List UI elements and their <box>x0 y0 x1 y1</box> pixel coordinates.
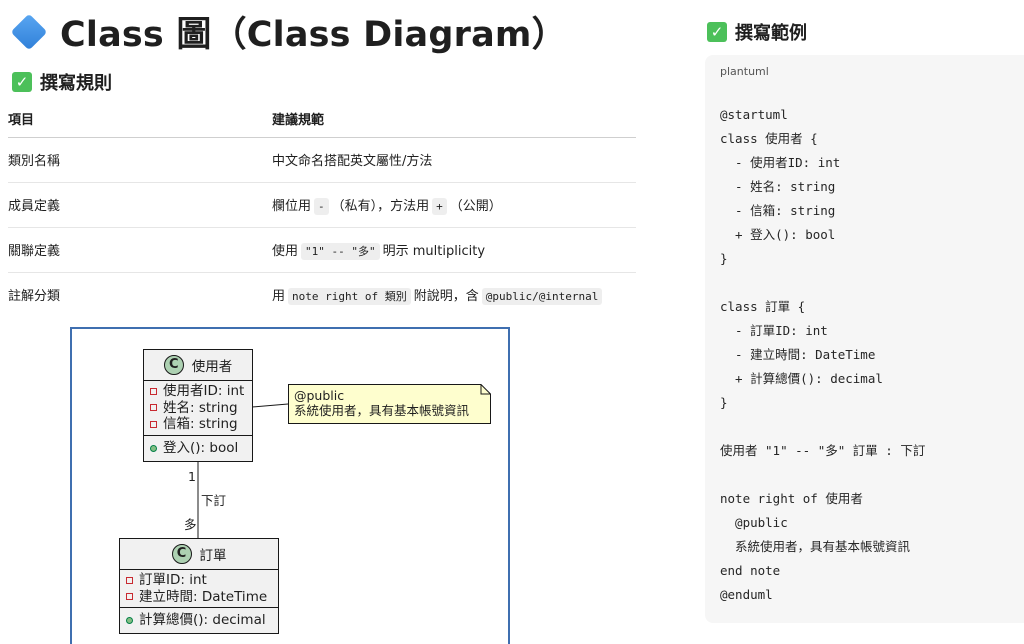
private-field-icon <box>126 576 133 584</box>
field-row: 使用者ID: int <box>150 383 246 400</box>
field-row: 建立時間: DateTime <box>126 589 272 606</box>
method-row: 登入(): bool <box>150 438 246 459</box>
method-row: 計算總價(): decimal <box>126 610 272 631</box>
field-text: 訂單ID: int <box>139 572 207 588</box>
rule-text: 使用 <box>272 244 299 259</box>
rules-table: 項目 建議規範 類別名稱 中文命名搭配英文屬性/方法 成員定義 欄位用 - （私有）… <box>8 101 636 317</box>
cell-item: 關聯定義 <box>8 227 272 273</box>
field-row: 訂單ID: int <box>126 572 272 589</box>
class-c-icon: C <box>163 355 184 375</box>
private-field-icon <box>126 593 133 601</box>
note-line: 系統使用者，具有基本帳號資訊 <box>294 403 470 418</box>
cell-item: 成員定義 <box>8 182 272 228</box>
column-header-item: 項目 <box>8 101 272 138</box>
private-field-icon <box>150 387 157 395</box>
public-method-icon <box>126 617 133 624</box>
cell-rule: 欄位用 - （私有），方法用 + （公開） <box>272 182 636 228</box>
cell-item: 註解分類 <box>8 289 61 305</box>
table-row: 類別名稱 中文命名搭配英文屬性/方法 <box>8 137 636 183</box>
field-text: 建立時間: DateTime <box>139 588 268 605</box>
rules-heading-text: 撰寫規則 <box>40 73 112 94</box>
field-text: 使用者ID: int <box>163 383 245 399</box>
rule-text: （公開） <box>449 199 502 214</box>
rule-text: 欄位用 <box>272 199 312 214</box>
field-row: 姓名: string <box>150 400 246 417</box>
class-user: C 使用者 使用者ID: int 姓名: string 信箱: string 登… <box>143 349 253 462</box>
class-c-icon: C <box>171 544 192 564</box>
class-diagram: C 使用者 使用者ID: int 姓名: string 信箱: string 登… <box>70 327 510 644</box>
inline-code: + <box>432 198 447 215</box>
multiplicity-top: 1 <box>188 469 196 484</box>
table-row: 關聯定義 使用 "1" -- "多" 明示 multiplicity <box>8 227 636 273</box>
blue-diamond-icon <box>10 13 48 50</box>
note-box: @public 系統使用者，具有基本帳號資訊 <box>288 384 491 424</box>
inline-code: - <box>314 198 329 215</box>
method-text: 計算總價(): decimal <box>139 612 266 628</box>
private-field-icon <box>150 404 157 412</box>
check-mark-icon: ✓ <box>12 72 32 92</box>
column-header-rule: 建議規範 <box>272 101 636 138</box>
cell-item: 類別名稱 <box>8 137 272 183</box>
rule-text: 用 <box>272 289 286 305</box>
field-text: 信箱: string <box>163 416 238 432</box>
note-line: @public <box>294 388 345 403</box>
inline-code: note right of 類別 <box>288 288 411 306</box>
code-example-panel[interactable]: plantuml @startuml class 使用者 { - 使用者ID: … <box>705 55 1024 623</box>
page-title-row: Class 圖（Class Diagram） <box>10 6 567 57</box>
fields-section: 使用者ID: int 姓名: string 信箱: string <box>144 381 252 436</box>
inline-code: @public/@internal <box>481 288 603 306</box>
class-name: 使用者 <box>191 359 233 375</box>
methods-section: 計算總價(): decimal <box>120 608 278 633</box>
example-heading-text: 撰寫範例 <box>735 23 807 44</box>
class-order: C 訂單 訂單ID: int 建立時間: DateTime 計算總價(): de… <box>119 538 279 634</box>
fields-section: 訂單ID: int 建立時間: DateTime <box>120 570 278 608</box>
private-field-icon <box>150 420 157 428</box>
note-connector <box>251 403 289 408</box>
class-header: C 訂單 <box>120 539 278 570</box>
class-header: C 使用者 <box>144 350 252 381</box>
plantuml-code-block[interactable]: @startuml class 使用者 { - 使用者ID: int - 姓名:… <box>720 103 925 607</box>
cell-rule: 用 note right of 類別 附說明，含 @public/@internal <box>272 272 636 317</box>
cell-rule: 中文命名搭配英文屬性/方法 <box>272 137 636 183</box>
field-text: 姓名: string <box>163 399 238 416</box>
code-language-label: plantuml <box>720 65 769 78</box>
field-row: 信箱: string <box>150 416 246 433</box>
table-header-row: 項目 建議規範 <box>8 101 636 138</box>
method-text: 登入(): bool <box>163 439 239 456</box>
methods-section: 登入(): bool <box>144 436 252 461</box>
rule-text: 明示 multiplicity <box>382 244 486 259</box>
check-mark-icon: ✓ <box>707 22 727 42</box>
cell-rule: 使用 "1" -- "多" 明示 multiplicity <box>272 227 636 273</box>
example-heading: ✓ 撰寫範例 <box>707 19 807 45</box>
public-method-icon <box>150 444 157 452</box>
inline-code: "1" -- "多" <box>301 243 380 260</box>
class-name: 訂單 <box>199 548 227 564</box>
multiplicity-bottom: 多 <box>184 517 197 532</box>
association-label: 下訂 <box>201 493 227 508</box>
rule-text: （私有），方法用 <box>331 199 430 214</box>
table-row: 成員定義 欄位用 - （私有），方法用 + （公開） <box>8 182 636 228</box>
page-title: Class 圖（Class Diagram） <box>60 15 567 55</box>
table-row: 註解分類 用 note right of 類別 附說明，含 @public/@inte… <box>8 272 636 317</box>
rules-heading: ✓ 撰寫規則 <box>12 69 112 95</box>
rule-text: 附說明，含 <box>413 289 479 305</box>
